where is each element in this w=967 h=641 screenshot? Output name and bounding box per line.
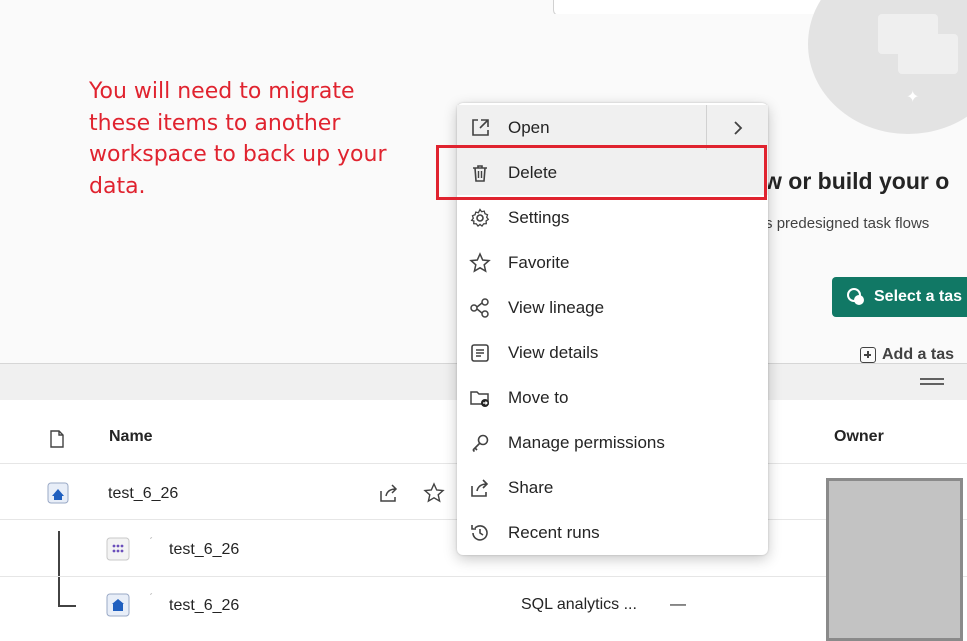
folder-move-icon [469, 387, 491, 409]
item-task: — [670, 596, 686, 613]
tick-icon: ˊ [149, 535, 153, 549]
plus-icon [860, 347, 876, 363]
item-type: SQL analytics ... [521, 596, 637, 613]
menu-item-label: View details [508, 342, 599, 362]
star-icon[interactable] [423, 482, 445, 504]
add-task-label: Add a tas [882, 346, 955, 363]
menu-item-recent-runs[interactable]: Recent runs [457, 510, 768, 555]
menu-item-label: Recent runs [508, 522, 600, 542]
menu-item-label: Share [508, 477, 554, 497]
lakehouse-icon [47, 482, 69, 504]
open-external-icon [469, 117, 491, 139]
column-header-owner[interactable]: Owner [834, 428, 884, 446]
lineage-icon [469, 297, 491, 319]
menu-item-open[interactable]: Open [457, 105, 768, 150]
menu-item-label: Move to [508, 387, 569, 407]
delete-highlight-box [436, 145, 767, 200]
semantic-model-icon [106, 537, 130, 561]
menu-item-label: Favorite [508, 252, 570, 272]
item-name[interactable]: test_6_26 [169, 541, 239, 559]
share-icon[interactable] [378, 483, 400, 503]
select-task-flow-button[interactable]: Select a tas [832, 277, 967, 317]
tree-connector [58, 531, 60, 607]
migration-annotation: You will need to migrate these items to … [89, 79, 387, 199]
star-icon [469, 251, 491, 274]
sql-endpoint-icon [106, 593, 130, 617]
task-flow-subtext: t's predesigned task flows [758, 215, 930, 232]
owner-redacted-block [826, 478, 963, 641]
item-name[interactable]: test_6_26 [169, 597, 239, 615]
open-submenu-button[interactable] [706, 105, 769, 150]
menu-item-label: Manage permissions [508, 432, 665, 452]
chevron-right-icon [733, 120, 743, 136]
details-icon [469, 342, 491, 364]
item-name[interactable]: test_6_26 [108, 485, 178, 503]
menu-item-view-lineage[interactable]: View lineage [457, 285, 768, 330]
menu-item-label: Open [508, 117, 550, 137]
share-icon [469, 477, 491, 499]
gear-icon [469, 207, 491, 229]
menu-item-share[interactable]: Share [457, 465, 768, 510]
task-flow-icon [846, 287, 866, 307]
menu-item-label: Settings [508, 207, 570, 227]
document-icon [50, 430, 64, 448]
task-flow-illustration: ✦ [808, 0, 967, 134]
history-icon [469, 522, 491, 544]
column-header-name[interactable]: Name [109, 428, 153, 446]
menu-item-settings[interactable]: Settings [457, 195, 768, 240]
task-flow-heading: w or build your o [764, 168, 950, 194]
menu-item-move-to[interactable]: Move to [457, 375, 768, 420]
menu-item-manage-permissions[interactable]: Manage permissions [457, 420, 768, 465]
menu-item-favorite[interactable]: Favorite [457, 240, 768, 285]
menu-item-label: View lineage [508, 297, 605, 317]
key-icon [469, 432, 491, 454]
menu-item-view-details[interactable]: View details [457, 330, 768, 375]
add-task-button[interactable]: Add a tas [860, 346, 954, 364]
tick-icon: ˊ [149, 591, 153, 605]
tree-connector [58, 605, 76, 607]
drag-handle-icon[interactable] [920, 378, 944, 386]
select-task-flow-label: Select a tas [874, 288, 963, 305]
